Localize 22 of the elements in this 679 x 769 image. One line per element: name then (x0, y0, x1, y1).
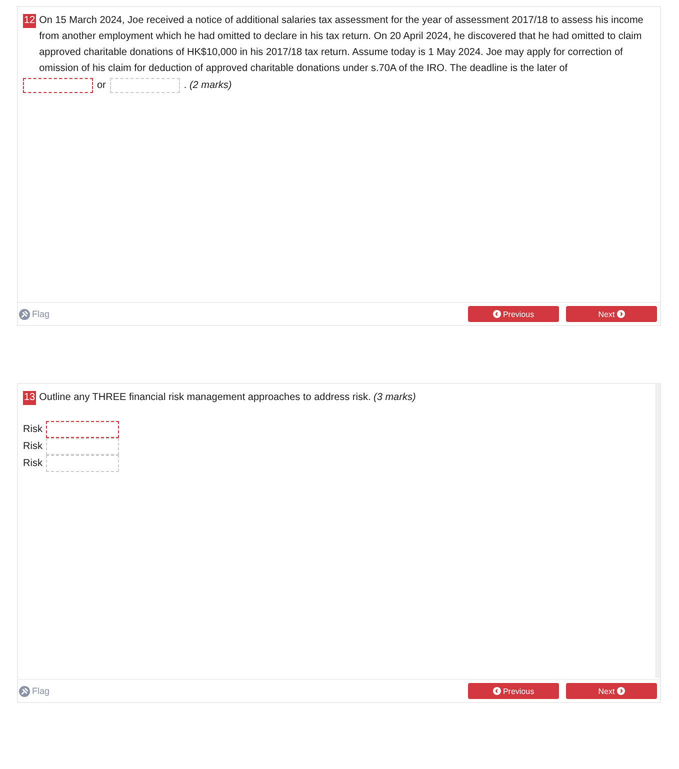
row-label: Risk (23, 458, 42, 469)
row-label: Risk (23, 424, 42, 435)
next-button[interactable]: Next (566, 306, 657, 322)
flag-button[interactable]: Flag (18, 308, 50, 320)
flag-button[interactable]: Flag (18, 686, 50, 696)
chevron-right-icon (616, 687, 625, 695)
question-text: Outline any THREE financial risk management approaches to address risk. (3 marks) (39, 391, 417, 405)
pin-icon (19, 686, 30, 696)
chevron-right-icon (616, 310, 625, 318)
previous-button[interactable]: Previous (468, 306, 559, 322)
question-number: 12 (23, 14, 36, 28)
joiner-text: or (97, 78, 106, 92)
question-number: 13 (23, 391, 36, 405)
previous-button[interactable]: Previous (468, 683, 559, 699)
row-label: Risk (23, 441, 42, 452)
chevron-left-icon (492, 310, 501, 318)
next-button[interactable]: Next (566, 683, 657, 699)
chevron-left-icon (492, 687, 501, 695)
answer-field[interactable] (23, 78, 93, 93)
pin-icon (19, 308, 30, 320)
marks-text: . (2 marks) (184, 78, 232, 92)
answer-field[interactable] (46, 421, 119, 438)
